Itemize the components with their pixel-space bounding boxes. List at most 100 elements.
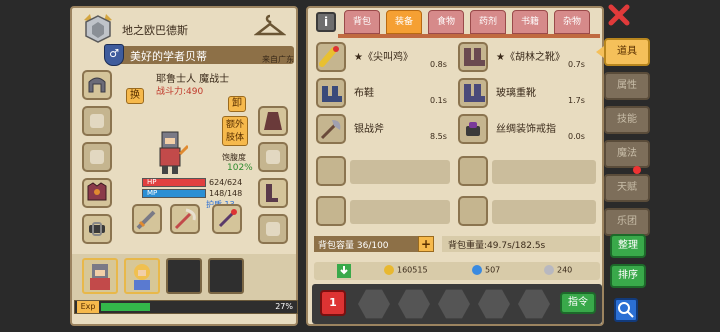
empty-item-slot[interactable] <box>316 156 346 186</box>
equip-slot-necklace[interactable] <box>258 142 288 172</box>
skill-slot-2[interactable] <box>398 289 430 319</box>
skill-slot-4[interactable] <box>478 289 510 319</box>
exp-bar: Exp 27% <box>74 300 298 314</box>
download-icon[interactable] <box>336 263 352 279</box>
inventory-panel: i 背包 装备 食物 药剂 书籍 杂物 ★《尖叫鸡》 0.8s ★《胡林之靴》 0.7s … <box>306 6 604 326</box>
item-slot <box>316 78 346 108</box>
equip-slot-armor[interactable] <box>82 178 112 208</box>
equip-slot-accessory[interactable] <box>212 204 242 234</box>
gem-icon <box>472 265 482 275</box>
arrange-button[interactable]: 整理 <box>610 234 646 258</box>
scythe-icon <box>174 208 196 230</box>
item-row-6[interactable]: 丝绸装饰戒指 0.0s <box>458 114 600 146</box>
party-bar <box>72 254 296 300</box>
item-name: 布鞋 <box>354 88 374 99</box>
party-slot-empty-1[interactable] <box>166 258 202 294</box>
tab-2[interactable]: 装备 <box>386 10 422 34</box>
equip-slot-boots[interactable] <box>258 178 288 208</box>
empty-item-slot[interactable] <box>316 196 346 226</box>
unequip-button[interactable]: 卸 <box>228 96 246 112</box>
tab-1[interactable]: 背包 <box>344 10 380 34</box>
equip-slot-wing[interactable] <box>82 106 112 136</box>
glass-boots-icon <box>464 84 485 102</box>
item-weight: 0.7s <box>568 60 585 69</box>
armor-icon <box>87 182 107 201</box>
item-name: ★《胡林之靴》 <box>496 52 565 63</box>
equip-slot-mainhand[interactable] <box>132 204 162 234</box>
info-icon[interactable]: i <box>316 12 336 32</box>
cloth-shoes-icon <box>322 86 342 102</box>
equip-slot-weapon[interactable] <box>82 142 112 172</box>
tabs-underline <box>338 34 600 38</box>
helmet-icon <box>88 77 106 93</box>
item-name: 丝绸装饰戒指 <box>496 124 556 135</box>
side-menu-item-4[interactable]: 魔法 <box>604 140 650 168</box>
gold-coin-icon <box>384 265 394 275</box>
item-weight: 8.5s <box>430 132 447 141</box>
equip-slot-head[interactable] <box>82 70 112 100</box>
empty-item-bar <box>350 160 450 184</box>
empty-item-bar <box>492 160 596 184</box>
hp-value: 624/624 <box>209 178 243 187</box>
extra-limb-button[interactable]: 额外肢体 <box>222 116 248 146</box>
character-sprite <box>159 131 188 174</box>
item-slot <box>316 42 346 72</box>
gem-value: 507 <box>485 265 501 275</box>
expand-bag-button[interactable]: + <box>418 236 434 252</box>
swap-button[interactable]: 换 <box>126 88 144 104</box>
tab-3[interactable]: 食物 <box>428 10 464 34</box>
wardrobe-hanger-icon[interactable] <box>254 14 286 40</box>
gender-shield-icon: ♂ <box>104 44 124 66</box>
equip-slot-belt[interactable] <box>82 214 112 244</box>
skill-slot-5[interactable] <box>518 289 550 319</box>
tab-6[interactable]: 杂物 <box>554 10 590 34</box>
side-menu-item-6[interactable]: 乐团 <box>604 208 650 236</box>
close-icon[interactable] <box>608 4 630 26</box>
side-menu-item-5[interactable]: 天赋 <box>604 174 650 202</box>
empty-item-bar <box>350 200 450 224</box>
item-row-5[interactable]: 银战斧 8.5s <box>316 114 456 146</box>
skill-slot-3[interactable] <box>438 289 470 319</box>
silver-amount: 240 <box>544 265 572 275</box>
class-line: 耶鲁士人 魔战士 <box>156 74 230 85</box>
equip-slot-cloak[interactable] <box>258 106 288 136</box>
currency-bar: 160515 507 240 <box>314 262 600 280</box>
party-member-2[interactable] <box>124 258 160 294</box>
item-weight: 1.7s <box>568 96 585 105</box>
side-menu-item-1[interactable]: 道具 <box>604 38 650 66</box>
empty-item-slot[interactable] <box>458 196 488 226</box>
skill-bar: 1 指令 <box>312 284 602 324</box>
search-button[interactable] <box>614 298 638 322</box>
empty-item-slot[interactable] <box>458 156 488 186</box>
skill-slot-1[interactable] <box>358 289 390 319</box>
exp-fill <box>101 303 150 311</box>
mage-portrait-icon <box>134 264 150 290</box>
boots-icon <box>266 184 278 202</box>
cloak-icon <box>264 112 282 130</box>
sword-icon <box>136 210 156 230</box>
command-button[interactable]: 指令 <box>560 292 596 314</box>
equip-slot-offhand[interactable] <box>170 204 200 234</box>
mp-value: 148/148 <box>209 189 243 198</box>
silk-ring-icon <box>466 122 480 136</box>
hp-bar: HP <box>142 178 206 187</box>
exp-label: Exp <box>77 301 99 313</box>
item-row-1[interactable]: ★《尖叫鸡》 0.8s <box>316 42 456 74</box>
item-slot <box>458 42 488 72</box>
equip-slot-ring[interactable] <box>258 214 288 244</box>
side-menu-item-3[interactable]: 技能 <box>604 106 650 134</box>
tab-5[interactable]: 书籍 <box>512 10 548 34</box>
notification-dot-icon <box>633 166 641 174</box>
tab-4[interactable]: 药剂 <box>470 10 506 34</box>
sort-button[interactable]: 排序 <box>610 264 646 288</box>
party-member-1[interactable] <box>82 258 118 294</box>
item-row-2[interactable]: ★《胡林之靴》 0.7s <box>458 42 600 74</box>
skill-page-button[interactable]: 1 <box>320 290 346 316</box>
party-slot-empty-2[interactable] <box>208 258 244 294</box>
knight-portrait-icon <box>90 264 110 290</box>
mp-label: MP <box>147 189 158 197</box>
item-row-4[interactable]: 玻璃重靴 1.7s <box>458 78 600 110</box>
rubber-chicken-icon <box>319 46 339 67</box>
side-menu-item-2[interactable]: 属性 <box>604 72 650 100</box>
item-row-3[interactable]: 布鞋 0.1s <box>316 78 456 110</box>
